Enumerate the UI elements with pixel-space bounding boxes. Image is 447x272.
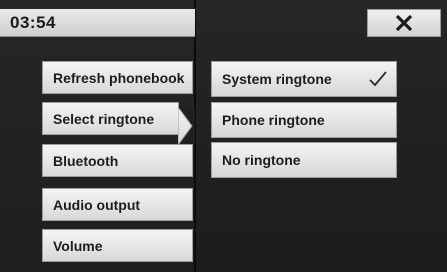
submenu-item-label: System ringtone xyxy=(222,71,332,87)
close-icon xyxy=(368,10,440,36)
menu-item-label: Volume xyxy=(53,238,103,254)
close-button[interactable] xyxy=(367,9,441,37)
menu-item-label: Audio output xyxy=(53,197,141,213)
menu-item-select-ringtone[interactable]: Select ringtone xyxy=(42,102,179,135)
menu-item-volume[interactable]: Volume xyxy=(42,229,193,262)
checkmark-icon xyxy=(368,70,388,93)
submenu-item-phone-ringtone[interactable]: Phone ringtone xyxy=(211,102,397,138)
submenu-item-system-ringtone[interactable]: System ringtone xyxy=(211,61,397,97)
menu-item-bluetooth[interactable]: Bluetooth xyxy=(42,144,193,177)
submenu-item-no-ringtone[interactable]: No ringtone xyxy=(211,142,397,178)
submenu-item-label: Phone ringtone xyxy=(222,112,325,128)
menu-item-label: Select ringtone xyxy=(53,111,155,127)
menu-item-label: Bluetooth xyxy=(53,153,119,169)
menu-item-refresh-phonebook[interactable]: Refresh phonebook xyxy=(42,61,193,94)
menu-item-audio-output[interactable]: Audio output xyxy=(42,188,193,221)
screen: 03:54 Refresh phonebook Select ringtone xyxy=(0,0,447,272)
clock-time: 03:54 xyxy=(10,13,56,32)
menu-item-label: Refresh phonebook xyxy=(53,70,185,86)
status-bar: 03:54 xyxy=(0,9,195,37)
submenu-item-label: No ringtone xyxy=(222,152,301,168)
